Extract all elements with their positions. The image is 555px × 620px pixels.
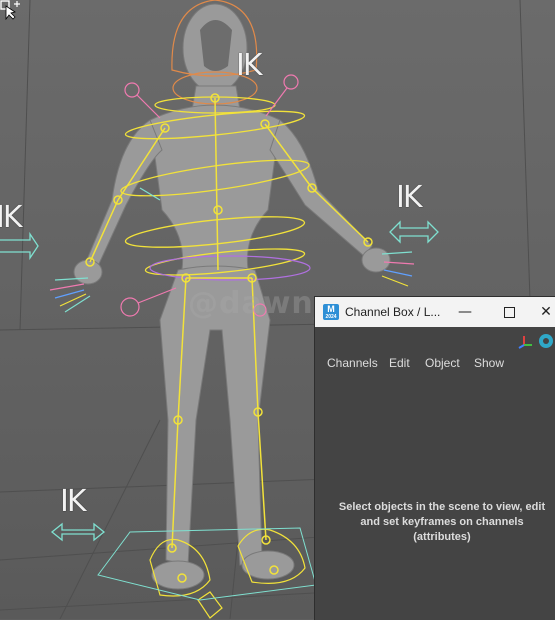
menu-show[interactable]: Show	[474, 356, 504, 370]
help-icon[interactable]	[539, 334, 553, 348]
maximize-button[interactable]	[487, 297, 531, 327]
head-visor	[200, 20, 232, 71]
empty-selection-message: Select objects in the scene to view, edi…	[338, 501, 546, 543]
maximize-icon	[503, 306, 515, 318]
axis-icon[interactable]	[518, 336, 532, 349]
channel-box-menubar: Channels Edit Object Show	[315, 353, 555, 375]
menu-edit[interactable]: Edit	[389, 356, 410, 370]
ik-label-head: IK	[236, 48, 262, 83]
ik-label-leg: IK	[60, 484, 86, 519]
window-title: Channel Box / L...	[345, 305, 441, 319]
minimize-button[interactable]: —	[443, 297, 487, 327]
window-titlebar[interactable]: M 2024 Channel Box / L... — ✕	[315, 297, 555, 327]
panel-toolbar	[518, 334, 553, 349]
ik-label-right-arm: IK	[396, 180, 422, 215]
menu-channels[interactable]: Channels	[327, 356, 378, 370]
close-button[interactable]: ✕	[531, 297, 555, 327]
move-cursor-icon	[0, 0, 20, 20]
menu-object[interactable]: Object	[425, 356, 460, 370]
maya-app-icon: M 2024	[323, 304, 339, 320]
ik-label-left-arm: IK	[0, 200, 22, 235]
watermark: @dawn_	[188, 286, 330, 321]
channel-box-window[interactable]: M 2024 Channel Box / L... — ✕ Channels Ed…	[314, 296, 555, 620]
